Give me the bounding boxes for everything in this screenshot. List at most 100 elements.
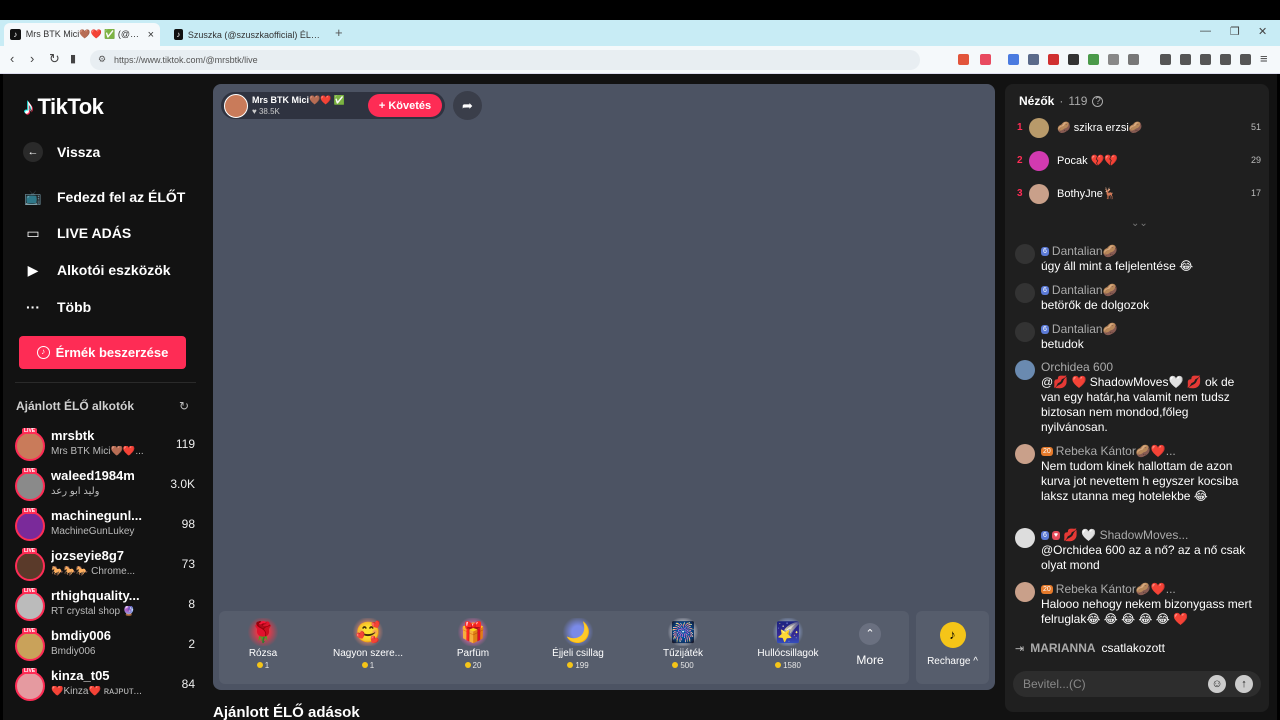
chat-username[interactable]: Rebeka Kántor🥔❤️... [1056, 582, 1176, 596]
creator-name: machinegunl... [51, 508, 143, 523]
extension-icon[interactable] [1088, 54, 1099, 65]
chat-avatar[interactable] [1015, 444, 1035, 464]
gift-item[interactable]: 🌙 Éjjeli csillag 199 [533, 614, 623, 670]
nav-creator-tools[interactable]: ▶ Alkotói eszközök [23, 260, 171, 280]
forward-icon[interactable]: › [30, 52, 34, 66]
minimize-icon[interactable]: — [1200, 25, 1211, 37]
host-name[interactable]: Mrs BTK Mici🤎❤️ ✅ [252, 95, 345, 106]
chat-avatar[interactable] [1015, 528, 1035, 548]
follow-button[interactable]: + Követés [368, 94, 442, 117]
ai-assistant-icon[interactable] [1220, 54, 1231, 65]
close-window-icon[interactable]: ✕ [1258, 25, 1267, 38]
recommended-creator[interactable]: LIVE kinza_t05 ❤️Kinza❤️ ʀᴀᴊᴘᴜᴛ... 84 [15, 668, 195, 706]
recommended-creator[interactable]: LIVE mrsbtk Mrs BTK Mici🤎❤️... 119 [15, 428, 195, 466]
share-icon[interactable]: ➦ [453, 91, 482, 120]
brave-shield-icon[interactable] [958, 54, 969, 65]
nav-back[interactable]: ← Vissza [23, 142, 100, 162]
reload-icon[interactable]: ↻ [49, 52, 60, 66]
gift-item[interactable]: 🌠 Hullócsillagok 1580 [743, 614, 833, 670]
recommended-creator[interactable]: LIVE bmdiy006 Bmdiy006 2 [15, 628, 195, 666]
gift-item[interactable]: 🥰 Nagyon szere... 1 [323, 614, 413, 670]
chevron-up-icon: ⌃ [859, 623, 881, 645]
tiktok-favicon-icon: ♪ [174, 29, 183, 40]
chat-text: Nem tudom kinek hallottam de azon kurva … [1041, 459, 1239, 503]
emoji-icon[interactable]: ☺ [1208, 675, 1226, 693]
creator-name: rthighquality... [51, 588, 140, 603]
get-coins-button[interactable]: ♪ Érmék beszerzése [19, 336, 186, 369]
tab-title: Szuszka (@szuszkaofficial) ÉLŐ adásai... [187, 29, 322, 40]
gift-item[interactable]: 🌹 Rózsa 1 [218, 614, 308, 670]
info-icon[interactable]: ? [1092, 95, 1104, 107]
creator-avatar[interactable] [15, 431, 45, 461]
viewers-header[interactable]: Nézők · 119 ? [1019, 94, 1104, 108]
browser-tab-active[interactable]: ♪ Mrs BTK Mici🤎❤️ ✅ (@m... × [4, 23, 160, 46]
chat-avatar[interactable] [1015, 360, 1035, 380]
recommended-creator[interactable]: LIVE waleed1984m وليد ابو رعد 3.0K [15, 468, 195, 506]
tiktok-logo[interactable]: ♪ TikTok [23, 94, 104, 120]
recommended-creator[interactable]: LIVE machinegunl... MachineGunLukey 98 [15, 508, 195, 546]
chat-avatar[interactable] [1015, 582, 1035, 602]
creator-tools-icon: ▶ [27, 261, 39, 278]
coin-icon [256, 662, 263, 668]
creator-avatar[interactable] [15, 671, 45, 701]
wallet-icon[interactable] [1200, 54, 1211, 65]
chat-username[interactable]: 💋 🤍 ShadowMoves... [1063, 528, 1188, 542]
extension-icon[interactable] [1048, 54, 1059, 65]
chat-username[interactable]: Orchidea 600 [1041, 360, 1113, 374]
gift-item[interactable]: 🎁 Parfüm 20 [428, 614, 518, 670]
expand-chevron-icon[interactable]: ⌄⌄ [1131, 218, 1148, 229]
puzzle-extensions-icon[interactable] [1108, 54, 1119, 65]
creator-avatar[interactable] [15, 511, 45, 541]
viewer-count: 2 [188, 637, 195, 651]
extension-icon[interactable] [1028, 54, 1039, 65]
translate-extension-icon[interactable] [1008, 54, 1019, 65]
chat-username[interactable]: Dantalian🥔 [1052, 244, 1118, 258]
recharge-button[interactable]: ♪ Recharge ^ [916, 611, 989, 684]
browser-tab[interactable]: ♪ Szuszka (@szuszkaofficial) ÉLŐ adásai.… [168, 23, 328, 46]
creator-avatar[interactable] [15, 591, 45, 621]
viewers-label: Nézők [1019, 94, 1055, 108]
recommended-creator[interactable]: LIVE jozseyie8g7 🐎🐎🐎 Chrome... 73 [15, 548, 195, 586]
vpn-icon[interactable] [1240, 54, 1251, 65]
creator-avatar[interactable] [15, 631, 45, 661]
top-viewer-row[interactable]: 1 🥔 szikra erzsi🥔 51 [1015, 116, 1261, 140]
nav-explore-live[interactable]: 📺 Fedezd fel az ÉLŐT [23, 187, 185, 207]
refresh-icon[interactable]: ↻ [179, 399, 189, 413]
chat-avatar[interactable] [1015, 283, 1035, 303]
gift-item[interactable]: 🎆 Tűzijáték 500 [638, 614, 728, 670]
extension-icon[interactable] [1128, 54, 1139, 65]
sidebar-toggle-icon[interactable] [1180, 54, 1191, 65]
bookmark-icon[interactable]: ▮ [70, 52, 76, 66]
nav-live-broadcast[interactable]: ▭ LIVE ADÁS [23, 223, 131, 243]
chat-input[interactable] [1023, 676, 1193, 692]
new-tab-button[interactable]: + [335, 25, 343, 40]
nav-more[interactable]: ··· Több [23, 297, 91, 317]
rewards-icon[interactable] [980, 54, 991, 65]
top-viewer-row[interactable]: 3 BothyJne🦌 17 [1015, 182, 1261, 206]
chat-avatar[interactable] [1015, 322, 1035, 342]
creator-avatar[interactable] [15, 551, 45, 581]
top-viewer-row[interactable]: 2 Pocak 💔💔 29 [1015, 149, 1261, 173]
creator-avatar[interactable] [15, 471, 45, 501]
viewer-count: 84 [181, 677, 195, 691]
close-tab-icon[interactable]: × [148, 29, 154, 41]
maximize-icon[interactable]: ❐ [1230, 25, 1240, 38]
nav-label: Fedezd fel az ÉLŐT [57, 189, 186, 205]
host-avatar[interactable] [224, 94, 248, 118]
nav-label: Vissza [57, 144, 101, 160]
address-bar[interactable]: ⚙ https://www.tiktok.com/@mrsbtk/live [90, 50, 920, 70]
site-settings-icon[interactable]: ⚙ [98, 54, 106, 65]
chat-text: @💋 ❤️ ShadowMoves🤍 💋 ok de van egy határ… [1041, 375, 1235, 434]
chat-username[interactable]: Rebeka Kántor🥔❤️... [1056, 444, 1176, 458]
chat-avatar[interactable] [1015, 244, 1035, 264]
send-icon[interactable]: ↑ [1235, 675, 1253, 693]
media-icon[interactable] [1160, 54, 1171, 65]
extension-icon[interactable] [1068, 54, 1079, 65]
chat-username[interactable]: Dantalian🥔 [1052, 322, 1118, 336]
more-gifts-button[interactable]: ⌃ More [848, 619, 892, 667]
chat-username[interactable]: Dantalian🥔 [1052, 283, 1118, 297]
menu-icon[interactable]: ≡ [1260, 52, 1268, 66]
live-video-player[interactable] [213, 84, 995, 690]
back-icon[interactable]: ‹ [10, 52, 14, 66]
recommended-creator[interactable]: LIVE rthighquality... RT crystal shop 🔮 8 [15, 588, 195, 626]
